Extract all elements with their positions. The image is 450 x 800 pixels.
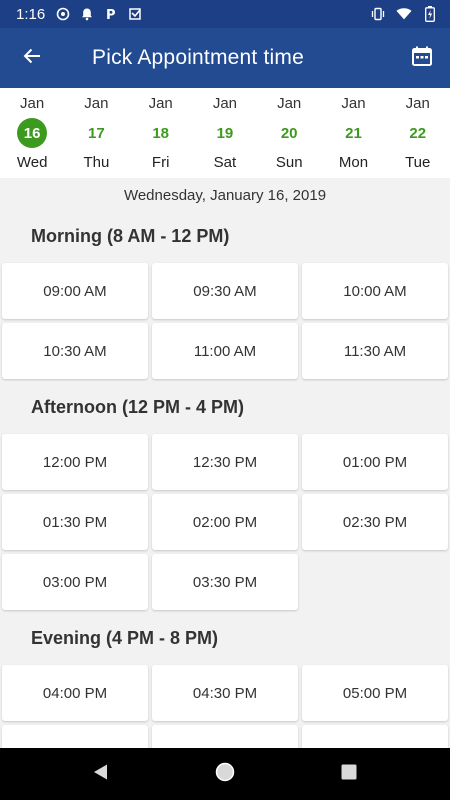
time-slot[interactable]: 01:30 PM [2,494,148,550]
time-slot[interactable]: 03:30 PM [152,554,298,610]
svg-text:P: P [106,8,116,21]
section-title-morning: Morning (8 AM - 12 PM) [31,226,230,246]
date-weekday: Sat [213,154,237,171]
sim-icon [55,6,71,22]
time-slot[interactable]: 05:00 PM [302,665,448,721]
date-month: Jan [405,95,430,112]
time-slot[interactable]: 10:00 AM [302,263,448,319]
date-month: Jan [341,95,366,112]
date-weekday: Tue [405,154,431,171]
parking-app-icon: P [103,6,119,22]
status-left-icons: P [55,6,143,22]
date-weekday: Sun [275,154,303,171]
date-item-jan-22[interactable]: Jan 22 Tue [386,88,450,178]
date-month: Jan [84,95,109,112]
selected-date-label: Wednesday, January 16, 2019 [123,187,327,204]
system-back-button[interactable] [39,748,163,800]
time-slot[interactable]: 11:30 AM [302,323,448,379]
back-arrow-icon [22,46,42,71]
back-button[interactable] [0,28,64,88]
date-weekday: Fri [151,154,170,171]
recents-square-icon [340,763,358,786]
status-right-icons [370,6,438,22]
section-title-evening: Evening (4 PM - 8 PM) [31,628,219,648]
date-weekday: Thu [83,154,110,171]
time-slot[interactable]: 01:00 PM [302,434,448,490]
time-slot[interactable]: 05:30 PM [2,725,148,748]
system-nav-bar [0,748,450,800]
page-title: Pick Appointment time [92,46,304,69]
date-item-jan-21[interactable]: Jan 21 Mon [321,88,385,178]
section-title-afternoon: Afternoon (12 PM - 4 PM) [31,397,245,417]
date-item-jan-16[interactable]: Jan 16 Wed [0,88,64,178]
date-item-jan-17[interactable]: Jan 17 Thu [64,88,128,178]
status-time: 1:16 [16,5,46,23]
time-slot[interactable]: 12:30 PM [152,434,298,490]
calendar-icon [411,45,433,72]
date-item-jan-20[interactable]: Jan 20 Sun [257,88,321,178]
date-month: Jan [148,95,173,112]
calendar-button[interactable] [394,28,450,88]
time-slot[interactable]: 02:00 PM [152,494,298,550]
status-bar: 1:16 P [0,0,450,28]
date-weekday: Mon [338,154,369,171]
date-strip: Jan 16 Wed Jan 17 Thu Jan 18 Fri Jan 19 … [0,88,450,178]
home-circle-icon [214,761,236,788]
evening-slot-grid: 04:00 PM 04:30 PM 05:00 PM 05:30 PM 06:0… [0,665,450,748]
morning-slot-grid: 09:00 AM 09:30 AM 10:00 AM 10:30 AM 11:0… [0,263,450,379]
time-slot[interactable]: 12:00 PM [2,434,148,490]
date-weekday: Wed [16,154,48,171]
time-slot[interactable]: 09:00 AM [2,263,148,319]
date-day: 18 [152,124,169,142]
date-day: 19 [216,124,234,142]
afternoon-slot-grid: 12:00 PM 12:30 PM 01:00 PM 01:30 PM 02:0… [0,434,450,610]
system-home-button[interactable] [163,748,287,800]
vibrate-icon [370,6,386,22]
time-slot[interactable]: 02:30 PM [302,494,448,550]
download-app-icon [127,6,143,22]
time-slot[interactable]: 06:00 PM [152,725,298,748]
date-day-selected: 16 [17,118,48,148]
date-month: Jan [277,95,302,112]
date-month: Jan [212,95,238,112]
notification-bell-icon [79,6,95,22]
time-slot[interactable]: 09:30 AM [152,263,298,319]
date-day: 17 [88,124,105,142]
time-slot[interactable]: 04:30 PM [152,665,298,721]
time-slot[interactable]: 11:00 AM [152,323,298,379]
date-day: 20 [280,124,298,142]
system-recents-button[interactable] [287,748,411,800]
date-month: Jan [20,95,45,112]
date-day: 22 [409,124,427,142]
time-slot[interactable]: 10:30 AM [2,323,148,379]
date-item-jan-18[interactable]: Jan 18 Fri [129,88,193,178]
app-bar: Pick Appointment time [0,28,450,88]
back-triangle-icon [92,763,110,786]
battery-icon [422,6,438,22]
date-day: 21 [345,124,362,142]
wifi-icon [396,6,412,22]
slot-list[interactable]: Wednesday, January 16, 2019 Morning (8 A… [0,178,450,748]
date-item-jan-19[interactable]: Jan 19 Sat [193,88,257,178]
time-slot[interactable]: 04:00 PM [2,665,148,721]
time-slot[interactable]: 06:30 PM [302,725,448,748]
time-slot[interactable]: 03:00 PM [2,554,148,610]
